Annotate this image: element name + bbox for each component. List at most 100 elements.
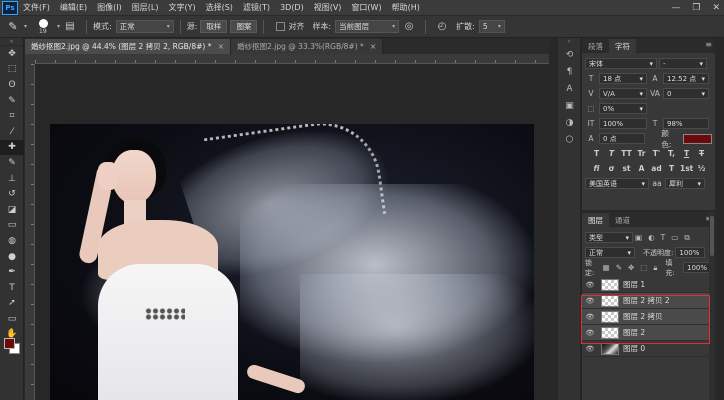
close-icon[interactable]: × xyxy=(370,42,377,51)
eye-icon[interactable]: 👁︎ xyxy=(585,329,595,337)
character-panel-icon[interactable]: A xyxy=(558,80,581,97)
diffuse-select[interactable]: 5 ▾ xyxy=(478,20,505,33)
menu-type[interactable]: 文字(Y) xyxy=(163,2,200,13)
sample-source-button[interactable]: 取样 xyxy=(200,20,228,33)
dodge-icon[interactable]: ● xyxy=(0,249,24,265)
path-select-icon[interactable]: ➚ xyxy=(0,296,24,312)
maximize-button[interactable]: ❐ xyxy=(692,3,700,13)
filter-type-icon[interactable]: T xyxy=(661,233,666,242)
font-style-select[interactable]: - ▾ xyxy=(659,58,707,69)
layer-filter-select[interactable]: 类型 ▾ xyxy=(585,232,633,243)
minimize-button[interactable]: — xyxy=(671,3,680,13)
kerning-field[interactable]: V/A ▾ xyxy=(599,88,647,99)
aligned-checkbox[interactable] xyxy=(276,22,286,31)
fractions-button[interactable]: ½ xyxy=(695,164,708,173)
filter-pixel-icon[interactable]: ▣ xyxy=(635,233,642,242)
history-panel-icon[interactable]: ⟲ xyxy=(558,46,581,63)
menu-help[interactable]: 帮助(H) xyxy=(387,2,425,13)
brush-icon[interactable]: ✎ xyxy=(0,155,24,171)
eyedropper-icon[interactable]: ⁄ xyxy=(0,124,24,140)
faux-italic-button[interactable]: T xyxy=(605,149,618,158)
contextual-button[interactable]: T xyxy=(665,164,678,173)
ordinals-button[interactable]: 1st xyxy=(680,164,693,173)
marquee-icon[interactable]: ⬚ xyxy=(0,62,24,78)
shape-icon[interactable]: ▭ xyxy=(0,311,24,327)
fill-field[interactable]: 100% xyxy=(683,262,712,273)
sample-select[interactable]: 当前图层 ▾ xyxy=(335,20,400,33)
stylistic-alternates-button[interactable]: A xyxy=(635,164,648,173)
brush-tool-preset-icon[interactable]: ✎ xyxy=(4,18,22,36)
chevron-down-icon[interactable]: ▾ xyxy=(24,23,27,30)
close-button[interactable]: ✕ xyxy=(712,3,720,13)
document-tab-2[interactable]: 婚纱抠图2.jpg @ 33.3%(RGB/8#) * × xyxy=(231,39,384,54)
paragraph-panel-icon[interactable]: ¶ xyxy=(558,63,581,80)
crop-icon[interactable]: ⌗ xyxy=(0,108,24,124)
ligatures-button[interactable]: fi xyxy=(590,164,603,173)
filter-shape-icon[interactable]: ▭ xyxy=(671,233,678,242)
baseline-shift-field[interactable]: 0 点 xyxy=(599,133,646,144)
document-tab-1[interactable]: 婚纱抠图2.jpg @ 44.4% (图层 2 拷贝 2, RGB/8#) * … xyxy=(25,39,232,54)
chevron-down-icon[interactable]: ▾ xyxy=(57,23,60,30)
old-style-button[interactable]: σ xyxy=(605,164,618,173)
titling-button[interactable]: ad xyxy=(650,164,663,173)
lock-paint-icon[interactable]: ✎ xyxy=(616,263,622,272)
menu-layer[interactable]: 图层(L) xyxy=(127,2,164,13)
tab-paragraph[interactable]: 段落 xyxy=(582,39,609,53)
antialias-select[interactable]: 犀利 ▾ xyxy=(665,178,705,189)
swash-button[interactable]: st xyxy=(620,164,633,173)
tab-character[interactable]: 字符 xyxy=(609,39,636,53)
3d-panel-icon[interactable]: ⬡ xyxy=(558,131,581,148)
menu-window[interactable]: 窗口(W) xyxy=(346,2,386,13)
filter-adjustment-icon[interactable]: ◐ xyxy=(648,233,655,242)
ignore-adjustment-icon[interactable]: ◎ xyxy=(402,20,416,34)
tab-layers[interactable]: 图层 xyxy=(582,213,609,227)
font-family-select[interactable]: 宋体 ▾ xyxy=(585,58,657,69)
menu-filter[interactable]: 滤镜(T) xyxy=(238,2,275,13)
opacity-field[interactable]: 100% xyxy=(675,247,706,258)
blend-mode-select[interactable]: 正常 ▾ xyxy=(585,247,635,258)
gradient-icon[interactable]: ▭ xyxy=(0,218,24,234)
vertical-ruler[interactable] xyxy=(25,64,35,400)
leading-field[interactable]: 12.52 点 ▾ xyxy=(663,73,709,84)
pressure-icon[interactable]: ◴ xyxy=(435,20,449,34)
menu-select[interactable]: 选择(S) xyxy=(201,2,238,13)
eye-icon[interactable]: 👁︎ xyxy=(585,281,595,289)
faux-bold-button[interactable]: T xyxy=(590,149,603,158)
menu-3d[interactable]: 3D(D) xyxy=(275,3,309,12)
small-caps-button[interactable]: Tr xyxy=(635,149,648,158)
quick-select-icon[interactable]: ✎ xyxy=(0,93,24,109)
move-icon[interactable]: ✥ xyxy=(0,46,24,62)
pen-icon[interactable]: ✒ xyxy=(0,264,24,280)
type-icon[interactable]: T xyxy=(0,280,24,296)
layer-row-5[interactable]: 👁︎ 图层 0 xyxy=(582,341,715,357)
blur-icon[interactable]: ◍ xyxy=(0,233,24,249)
horizontal-scale-field[interactable]: 100% xyxy=(599,118,647,129)
close-icon[interactable]: × xyxy=(217,42,224,51)
panel-menu-icon[interactable]: ≡ xyxy=(705,40,712,49)
menu-file[interactable]: 文件(F) xyxy=(18,2,55,13)
filter-smart-icon[interactable]: ⧉ xyxy=(684,233,689,243)
brush-panel-icon[interactable]: ▤ xyxy=(63,20,77,34)
properties-panel-icon[interactable]: ▣ xyxy=(558,97,581,114)
layer-row-2[interactable]: 👁︎ 图层 2 拷贝 2 xyxy=(582,293,715,309)
lock-position-icon[interactable]: ✥ xyxy=(628,263,634,272)
lock-all-icon[interactable]: 🔒︎ xyxy=(653,263,657,273)
lock-pixels-icon[interactable]: ▦ xyxy=(603,263,610,272)
eye-icon[interactable]: 👁︎ xyxy=(585,313,595,321)
layer-row-3[interactable]: 👁︎ 图层 2 拷贝 xyxy=(582,309,715,325)
text-color-swatch[interactable] xyxy=(683,133,712,144)
layer-row-1[interactable]: 👁︎ 图层 1 xyxy=(582,277,715,293)
clone-stamp-icon[interactable]: ⊥ xyxy=(0,171,24,187)
mode-select[interactable]: 正常 ▾ xyxy=(115,20,174,33)
menu-image[interactable]: 图像(I) xyxy=(92,2,127,13)
tsume-field[interactable]: 0% ▾ xyxy=(599,103,647,114)
healing-brush-icon[interactable]: ✚ xyxy=(0,139,24,156)
canvas-area[interactable] xyxy=(36,65,549,400)
adjustments-panel-icon[interactable]: ◑ xyxy=(558,114,581,131)
tab-channels[interactable]: 通道 xyxy=(609,213,636,227)
eye-icon[interactable]: 👁︎ xyxy=(585,297,595,305)
underline-button[interactable]: T xyxy=(680,149,693,158)
brush-preset-picker[interactable]: 19 xyxy=(35,18,55,36)
layers-scrollbar[interactable] xyxy=(709,212,715,400)
strikethrough-button[interactable]: T xyxy=(695,149,708,158)
